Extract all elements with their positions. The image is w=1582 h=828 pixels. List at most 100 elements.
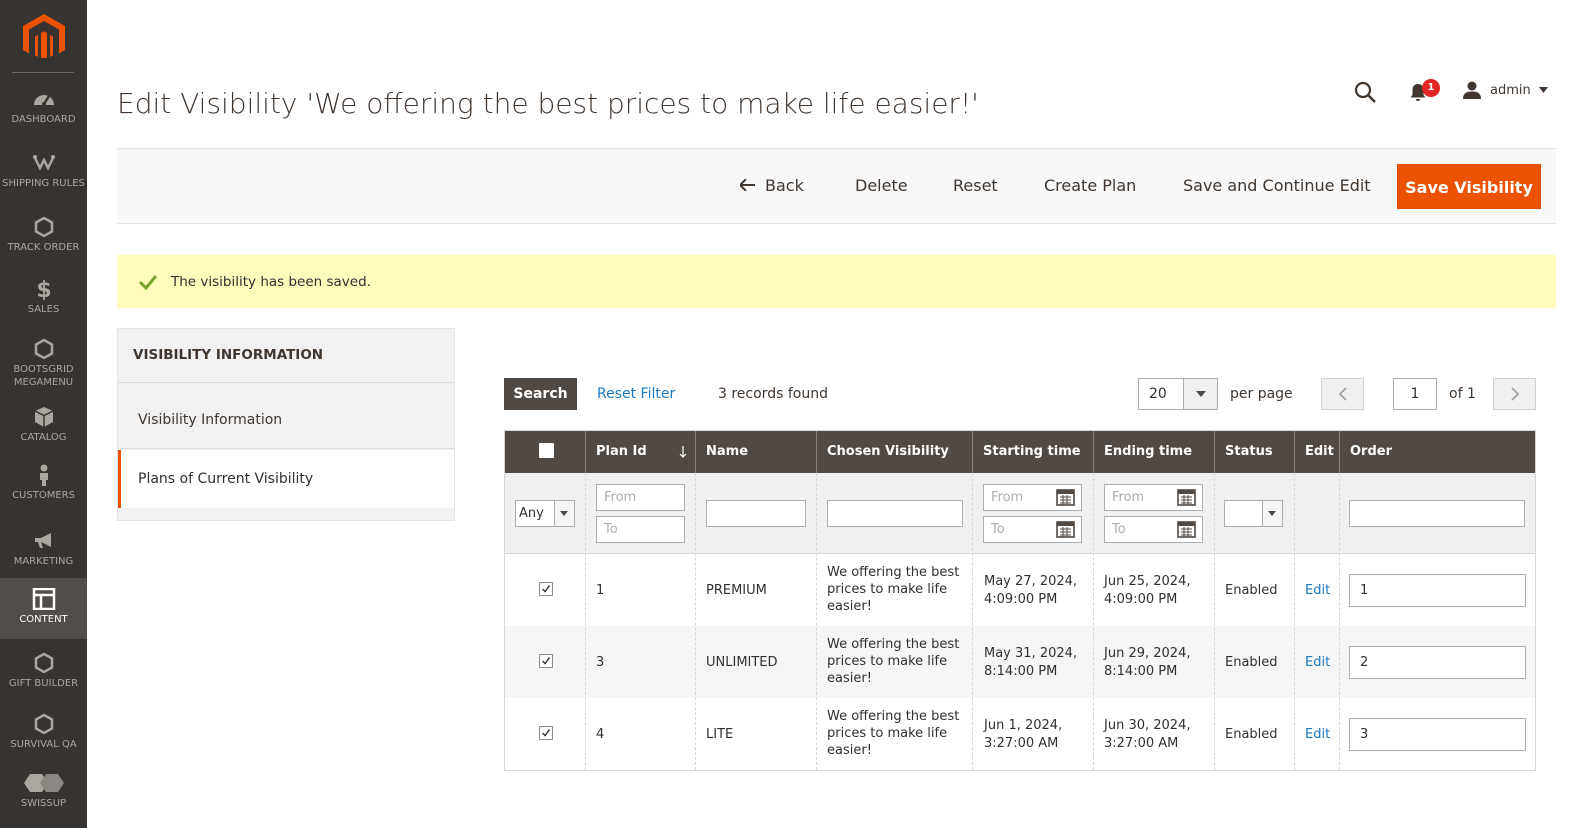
page-title: Edit Visibility 'We offering the best pr… <box>117 87 979 120</box>
visibility-tabs: VISIBILITY INFORMATION Visibility Inform… <box>117 328 455 521</box>
row-checkbox[interactable] <box>539 726 553 740</box>
calendar-icon[interactable] <box>1056 520 1075 538</box>
edit-link[interactable]: Edit <box>1305 654 1330 671</box>
page-number-input[interactable]: 1 <box>1393 378 1437 410</box>
per-page-select[interactable]: 20 <box>1138 378 1218 410</box>
nav-shipping-rules[interactable]: SHIPPING RULES <box>0 152 87 206</box>
visibility-cell: We offering the best prices to make life… <box>827 709 960 758</box>
select-all-checkbox[interactable] <box>539 443 554 458</box>
row-checkbox[interactable] <box>539 654 553 668</box>
delete-button[interactable]: Delete <box>855 176 908 195</box>
nav-swissup[interactable]: SWISSUP <box>0 772 87 818</box>
table-row: 3 UNLIMITED We offering the best prices … <box>505 626 1535 698</box>
column-chosen-visibility[interactable]: Chosen Visibility <box>816 431 972 473</box>
end-time-cell: 4:09:00 PM <box>1104 592 1178 607</box>
reset-filter-link[interactable]: Reset Filter <box>597 386 675 402</box>
plan-id-from-input[interactable]: From <box>596 484 685 511</box>
order-input[interactable]: 3 <box>1349 718 1526 751</box>
back-button[interactable]: Back <box>738 176 804 195</box>
order-input[interactable]: 2 <box>1349 646 1526 679</box>
nav-marketing[interactable]: MARKETING <box>0 530 87 576</box>
column-starting-time[interactable]: Starting time <box>972 431 1093 473</box>
success-message: The visibility has been saved. <box>117 255 1556 308</box>
admin-sidebar: DASHBOARD SHIPPING RULES TRACK ORDER $ S… <box>0 0 87 828</box>
plans-grid: Plan Id Name Chosen Visibility Starting … <box>504 430 1536 771</box>
order-input[interactable]: 1 <box>1349 574 1526 607</box>
end-date-cell: Jun 30, 2024, <box>1104 718 1191 733</box>
edit-link[interactable]: Edit <box>1305 726 1330 743</box>
hexagon-icon <box>34 652 53 674</box>
column-divider <box>1214 473 1215 770</box>
column-order[interactable]: Order <box>1339 431 1535 473</box>
arrow-left-icon <box>738 178 755 192</box>
user-name: admin <box>1490 82 1531 98</box>
user-menu[interactable]: admin <box>1462 80 1548 100</box>
select-filter[interactable]: Any <box>515 500 575 527</box>
chevron-right-icon <box>1511 387 1520 401</box>
start-date-cell: Jun 1, 2024, <box>984 718 1063 733</box>
column-divider <box>585 473 586 770</box>
column-ending-time[interactable]: Ending time <box>1093 431 1214 473</box>
plan-id-to-input[interactable]: To <box>596 516 685 543</box>
megaphone-icon <box>34 533 51 548</box>
nav-customers[interactable]: CUSTOMERS <box>0 464 87 510</box>
tabs-heading: VISIBILITY INFORMATION <box>118 329 454 383</box>
start-date-cell: May 31, 2024, <box>984 646 1078 661</box>
plan-id-cell: 1 <box>596 583 605 598</box>
order-filter-input[interactable] <box>1349 500 1525 527</box>
next-page-button[interactable] <box>1493 378 1536 410</box>
column-divider <box>972 473 973 770</box>
nav-bootsgrid-megamenu[interactable]: BOOTSGRID MEGAMENU <box>0 338 87 394</box>
grid-filters: Any From To From To From To <box>505 473 1535 554</box>
notification-badge[interactable]: 1 <box>1422 79 1440 97</box>
chevron-down-icon <box>554 501 574 526</box>
plan-name-cell: PREMIUM <box>706 583 767 598</box>
layout-icon <box>32 588 55 610</box>
nav-dashboard[interactable]: DASHBOARD <box>0 88 87 140</box>
nav-survival-qa[interactable]: SURVIVAL QA <box>0 713 87 759</box>
nav-track-order[interactable]: TRACK ORDER <box>0 216 87 262</box>
previous-page-button[interactable] <box>1321 378 1364 410</box>
start-time-cell: 8:14:00 PM <box>984 664 1058 679</box>
logo-separator <box>12 72 74 73</box>
visibility-cell: We offering the best prices to make life… <box>827 565 960 614</box>
calendar-icon[interactable] <box>1177 488 1196 506</box>
column-divider <box>816 473 817 770</box>
row-checkbox[interactable] <box>539 582 553 596</box>
table-row: 1 PREMIUM We offering the best prices to… <box>505 554 1535 626</box>
nav-content[interactable]: CONTENT <box>0 578 87 639</box>
create-plan-button[interactable]: Create Plan <box>1044 176 1136 195</box>
nav-sales[interactable]: $ SALES <box>0 278 87 324</box>
sort-arrow-icon <box>679 446 687 458</box>
save-visibility-button[interactable]: Save Visibility <box>1397 164 1541 209</box>
save-and-continue-button[interactable]: Save and Continue Edit <box>1183 176 1371 195</box>
status-filter-select[interactable] <box>1224 500 1283 527</box>
column-divider <box>1339 473 1340 770</box>
user-icon <box>1463 81 1481 99</box>
end-time-cell: 3:27:00 AM <box>1104 736 1179 751</box>
calendar-icon[interactable] <box>1056 488 1075 506</box>
reset-button[interactable]: Reset <box>953 176 998 195</box>
calendar-icon[interactable] <box>1177 520 1196 538</box>
nav-gift-builder[interactable]: GIFT BUILDER <box>0 652 87 698</box>
per-page-value: 20 <box>1149 386 1167 402</box>
tab-visibility-information[interactable]: Visibility Information <box>118 383 454 449</box>
hexagon-icon <box>34 713 53 735</box>
status-cell: Enabled <box>1225 583 1278 598</box>
column-name[interactable]: Name <box>695 431 816 473</box>
edit-link[interactable]: Edit <box>1305 582 1330 599</box>
nav-catalog[interactable]: CATALOG <box>0 406 87 452</box>
success-message-text: The visibility has been saved. <box>171 273 371 290</box>
chevron-down-icon <box>1183 379 1217 409</box>
search-icon[interactable] <box>1353 80 1377 104</box>
column-status[interactable]: Status <box>1214 431 1294 473</box>
search-button[interactable]: Search <box>504 378 577 410</box>
tab-plans-of-current-visibility[interactable]: Plans of Current Visibility <box>118 450 454 508</box>
chevron-down-icon <box>1262 501 1282 526</box>
shipping-icon <box>32 155 55 171</box>
svg-text:$: $ <box>36 278 51 300</box>
column-plan-id[interactable]: Plan Id <box>585 431 695 473</box>
visibility-filter-input[interactable] <box>827 500 963 527</box>
name-filter-input[interactable] <box>706 500 806 527</box>
magento-logo-icon[interactable] <box>23 14 65 58</box>
